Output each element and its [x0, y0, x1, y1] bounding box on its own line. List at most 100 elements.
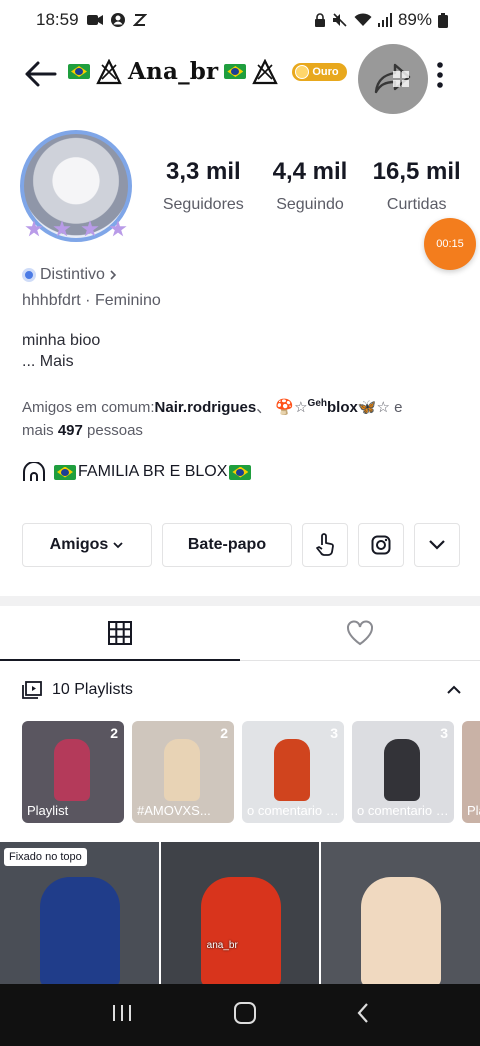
chevron-up-icon — [447, 685, 461, 694]
playlist-title: #AMOVXS... — [137, 803, 211, 818]
triangle-decoration-icon — [252, 58, 279, 84]
mutual-friend-sup: Geh — [307, 398, 327, 409]
arrow-left-icon — [25, 61, 57, 87]
back-button[interactable] — [20, 56, 60, 92]
brazil-flag-icon — [54, 464, 76, 480]
more-options-button[interactable] — [428, 60, 452, 90]
brazil-flag-icon — [224, 64, 247, 79]
suggested-accounts-button[interactable] — [414, 523, 460, 567]
playlist-count: 3 — [440, 725, 448, 741]
bio-more-link[interactable]: ... Mais — [22, 351, 100, 372]
profile-actions: Amigos Bate-papo — [22, 523, 460, 567]
family-house-icon — [23, 462, 45, 481]
badge-icon — [22, 268, 36, 282]
playlist-card[interactable]: 2 Playlist — [22, 721, 124, 823]
profile-meta: hhhbfdrt · Feminino — [22, 292, 161, 310]
instagram-button[interactable] — [358, 523, 404, 567]
recent-apps-button[interactable] — [110, 1003, 134, 1028]
playlist-card[interactable]: 3 o comentario mais vermel... — [352, 721, 454, 823]
playlist-count: 2 — [220, 725, 228, 741]
chevron-down-icon — [113, 542, 123, 549]
mutual-friends[interactable]: Amigos em comum:Nair.rodrigues、 🍄☆Gehblo… — [22, 392, 462, 442]
share-arrow-icon — [374, 63, 411, 94]
family-name: FAMILIA BR E BLOX — [78, 463, 228, 480]
gold-badge-label: Ouro — [312, 65, 339, 78]
video-thumbnail[interactable] — [321, 842, 480, 987]
playlist-count: 2 — [110, 725, 118, 741]
chevron-right-icon — [110, 270, 117, 280]
section-divider — [0, 596, 480, 606]
poke-button[interactable] — [302, 523, 348, 567]
profile-bio: minha bioo ... Mais — [22, 330, 100, 372]
stat-following[interactable]: 4,4 mil Seguindo — [257, 158, 364, 214]
playlist-thumbnail — [384, 739, 420, 801]
home-button[interactable] — [233, 1001, 257, 1030]
chat-button[interactable]: Bate-papo — [162, 523, 292, 567]
share-button[interactable] — [358, 44, 428, 114]
stat-label: Curtidas — [386, 196, 447, 213]
username: Ana_br — [128, 58, 219, 85]
playlists-header[interactable]: 10 Playlists — [22, 676, 462, 704]
profile-handle: hhhbfdrt — [22, 292, 81, 309]
recent-apps-icon — [112, 1004, 131, 1021]
chat-button-label: Bate-papo — [187, 536, 267, 553]
badge-link[interactable]: Distintivo — [22, 266, 117, 284]
gold-badge[interactable]: Ouro — [292, 62, 347, 81]
triangle-decoration-icon — [96, 58, 122, 84]
gold-coin-icon — [295, 64, 310, 79]
video-preview-figure — [40, 877, 120, 987]
playlist-thumbnail — [274, 739, 310, 801]
back-nav-button[interactable] — [356, 1002, 370, 1029]
stat-value: 4,4 mil — [272, 158, 348, 185]
playlist-count: 3 — [330, 725, 338, 741]
playlist-thumbnail — [164, 739, 200, 801]
bio-text: minha bioo — [22, 332, 101, 349]
playlist-card[interactable]: 3 o comentario mais rosa ga... — [242, 721, 344, 823]
lock-icon — [314, 13, 326, 27]
video-thumbnail[interactable]: Fixado no topo — [0, 842, 159, 987]
wifi-icon — [354, 13, 372, 27]
stat-value: 3,3 mil — [165, 158, 241, 185]
instagram-icon — [371, 535, 391, 555]
status-bar: 18:59 89% — [0, 0, 480, 40]
mutual-friends-suffix: 🦋☆ e — [357, 399, 403, 416]
flower-icon — [53, 220, 71, 237]
friends-button[interactable]: Amigos — [22, 523, 152, 567]
avatar-frame-decoration — [14, 220, 138, 250]
tiktok-notification-icon — [132, 13, 147, 27]
mutual-friend-name: Nair.rodrigues — [154, 399, 257, 416]
meta-separator: · — [85, 292, 95, 309]
playlist-title: o comentario mais vermel... — [357, 803, 450, 818]
grid-icon — [108, 621, 132, 645]
mute-icon — [332, 13, 348, 27]
playlist-card[interactable]: Pla — [462, 721, 480, 823]
stat-likes[interactable]: 16,5 mil Curtidas — [363, 158, 470, 214]
badge-label: Distintivo — [40, 266, 105, 283]
back-chevron-icon — [357, 1002, 369, 1023]
video-thumbnail[interactable]: ana_br — [160, 842, 320, 987]
mutual-friend-name: blox — [327, 399, 358, 416]
account-icon — [110, 13, 125, 27]
heart-outline-icon — [347, 620, 373, 646]
battery-percent: 89% — [397, 10, 432, 29]
profile-gender: Feminino — [94, 292, 161, 309]
playlist-card[interactable]: 2 #AMOVXS... — [132, 721, 234, 823]
status-time: 18:59 — [36, 10, 79, 29]
stat-followers[interactable]: 3,3 mil Seguidores — [150, 158, 257, 214]
hand-pointer-icon — [316, 533, 334, 556]
home-icon — [233, 1001, 256, 1024]
playlists-row: 2 Playlist 2 #AMOVXS... 3 o comentario mais r… — [22, 721, 480, 825]
family-link[interactable]: FAMILIA BR E BLOX — [22, 462, 252, 482]
floating-timer[interactable]: 00:15 — [424, 218, 476, 270]
tab-liked[interactable] — [240, 606, 480, 660]
chevron-down-icon — [429, 540, 445, 550]
system-nav-bar — [0, 984, 480, 1046]
mutual-friends-count: 497 — [57, 422, 83, 439]
video-caption: ana_br — [206, 940, 238, 951]
video-preview-figure — [361, 877, 442, 987]
tab-videos[interactable] — [0, 606, 240, 661]
flower-icon — [25, 220, 43, 237]
brazil-flag-icon — [229, 464, 252, 480]
content-tabs — [0, 606, 480, 661]
mutual-friends-prefix: Amigos em comum: — [22, 399, 155, 416]
